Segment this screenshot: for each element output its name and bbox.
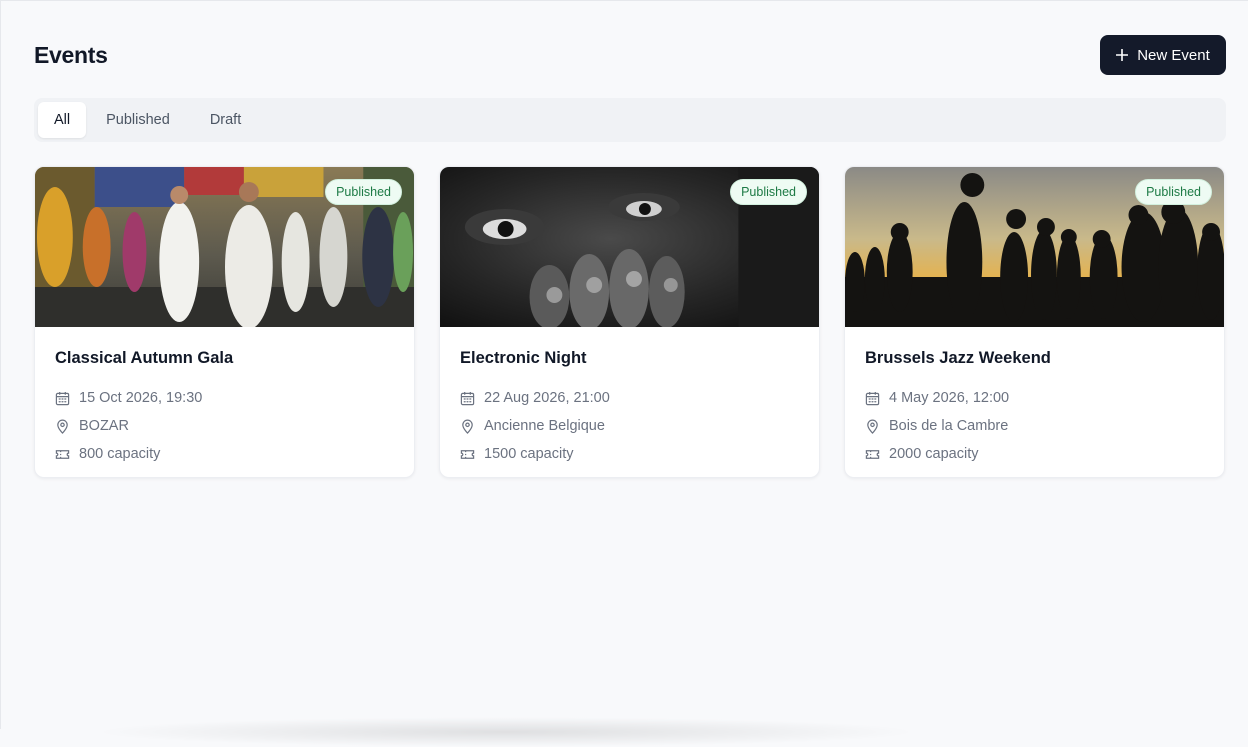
event-card[interactable]: Published Electronic Night 22 Aug 2026, … [439, 166, 820, 478]
event-image: Published [845, 167, 1224, 327]
calendar-icon [55, 391, 70, 405]
event-capacity: 1500 capacity [484, 446, 574, 462]
status-tabs: All Published Draft [34, 98, 1226, 142]
event-venue: BOZAR [79, 418, 129, 434]
event-title: Brussels Jazz Weekend [865, 349, 1051, 367]
event-venue: Bois de la Cambre [889, 418, 1009, 434]
event-card-body: Electronic Night 22 Aug 2026, 21:00 Anci… [440, 327, 819, 468]
event-image: Published [440, 167, 819, 327]
plus-icon [1116, 49, 1129, 61]
event-capacity-row: 1500 capacity [460, 440, 799, 468]
event-venue-row: Ancienne Belgique [460, 412, 799, 440]
map-pin-icon [462, 419, 473, 434]
event-date: 15 Oct 2026, 19:30 [79, 390, 203, 406]
event-date-row: 22 Aug 2026, 21:00 [460, 384, 799, 412]
event-capacity: 2000 capacity [889, 446, 979, 462]
event-title: Electronic Night [460, 349, 587, 367]
map-pin-icon [57, 419, 68, 434]
event-capacity: 800 capacity [79, 446, 161, 462]
event-card-grid: Published Classical Autumn Gala 15 Oct 2… [34, 166, 1226, 478]
calendar-icon [460, 391, 475, 405]
event-date-row: 4 May 2026, 12:00 [865, 384, 1204, 412]
page-header: Events New Event [34, 34, 1226, 76]
event-card[interactable]: Published Brussels Jazz Weekend 4 May 20… [844, 166, 1225, 478]
tab-draft[interactable]: Draft [190, 102, 261, 138]
status-badge: Published [325, 179, 402, 205]
event-card[interactable]: Published Classical Autumn Gala 15 Oct 2… [34, 166, 415, 478]
ticket-icon [460, 449, 475, 459]
event-venue-row: Bois de la Cambre [865, 412, 1204, 440]
page-title: Events [34, 41, 108, 68]
map-pin-icon [867, 419, 878, 434]
event-date-row: 15 Oct 2026, 19:30 [55, 384, 394, 412]
new-event-label: New Event [1137, 46, 1210, 64]
event-capacity-row: 800 capacity [55, 440, 394, 468]
ticket-icon [865, 449, 880, 459]
event-capacity-row: 2000 capacity [865, 440, 1204, 468]
event-image: Published [35, 167, 414, 327]
event-date: 22 Aug 2026, 21:00 [484, 390, 610, 406]
tab-all[interactable]: All [38, 102, 87, 138]
event-card-body: Brussels Jazz Weekend 4 May 2026, 12:00 … [845, 327, 1224, 468]
tab-published[interactable]: Published [86, 102, 190, 138]
bottom-shadow [91, 717, 921, 747]
calendar-icon [865, 391, 880, 405]
event-card-body: Classical Autumn Gala 15 Oct 2026, 19:30… [35, 327, 414, 468]
event-date: 4 May 2026, 12:00 [889, 390, 1010, 406]
event-venue: Ancienne Belgique [484, 418, 605, 434]
event-title: Classical Autumn Gala [55, 349, 234, 367]
app-frame: Events New Event All Published Draft Pub… [0, 0, 1248, 747]
new-event-button[interactable]: New Event [1100, 35, 1226, 75]
ticket-icon [55, 449, 70, 459]
status-badge: Published [730, 179, 807, 205]
event-venue-row: BOZAR [55, 412, 394, 440]
status-badge: Published [1135, 179, 1212, 205]
